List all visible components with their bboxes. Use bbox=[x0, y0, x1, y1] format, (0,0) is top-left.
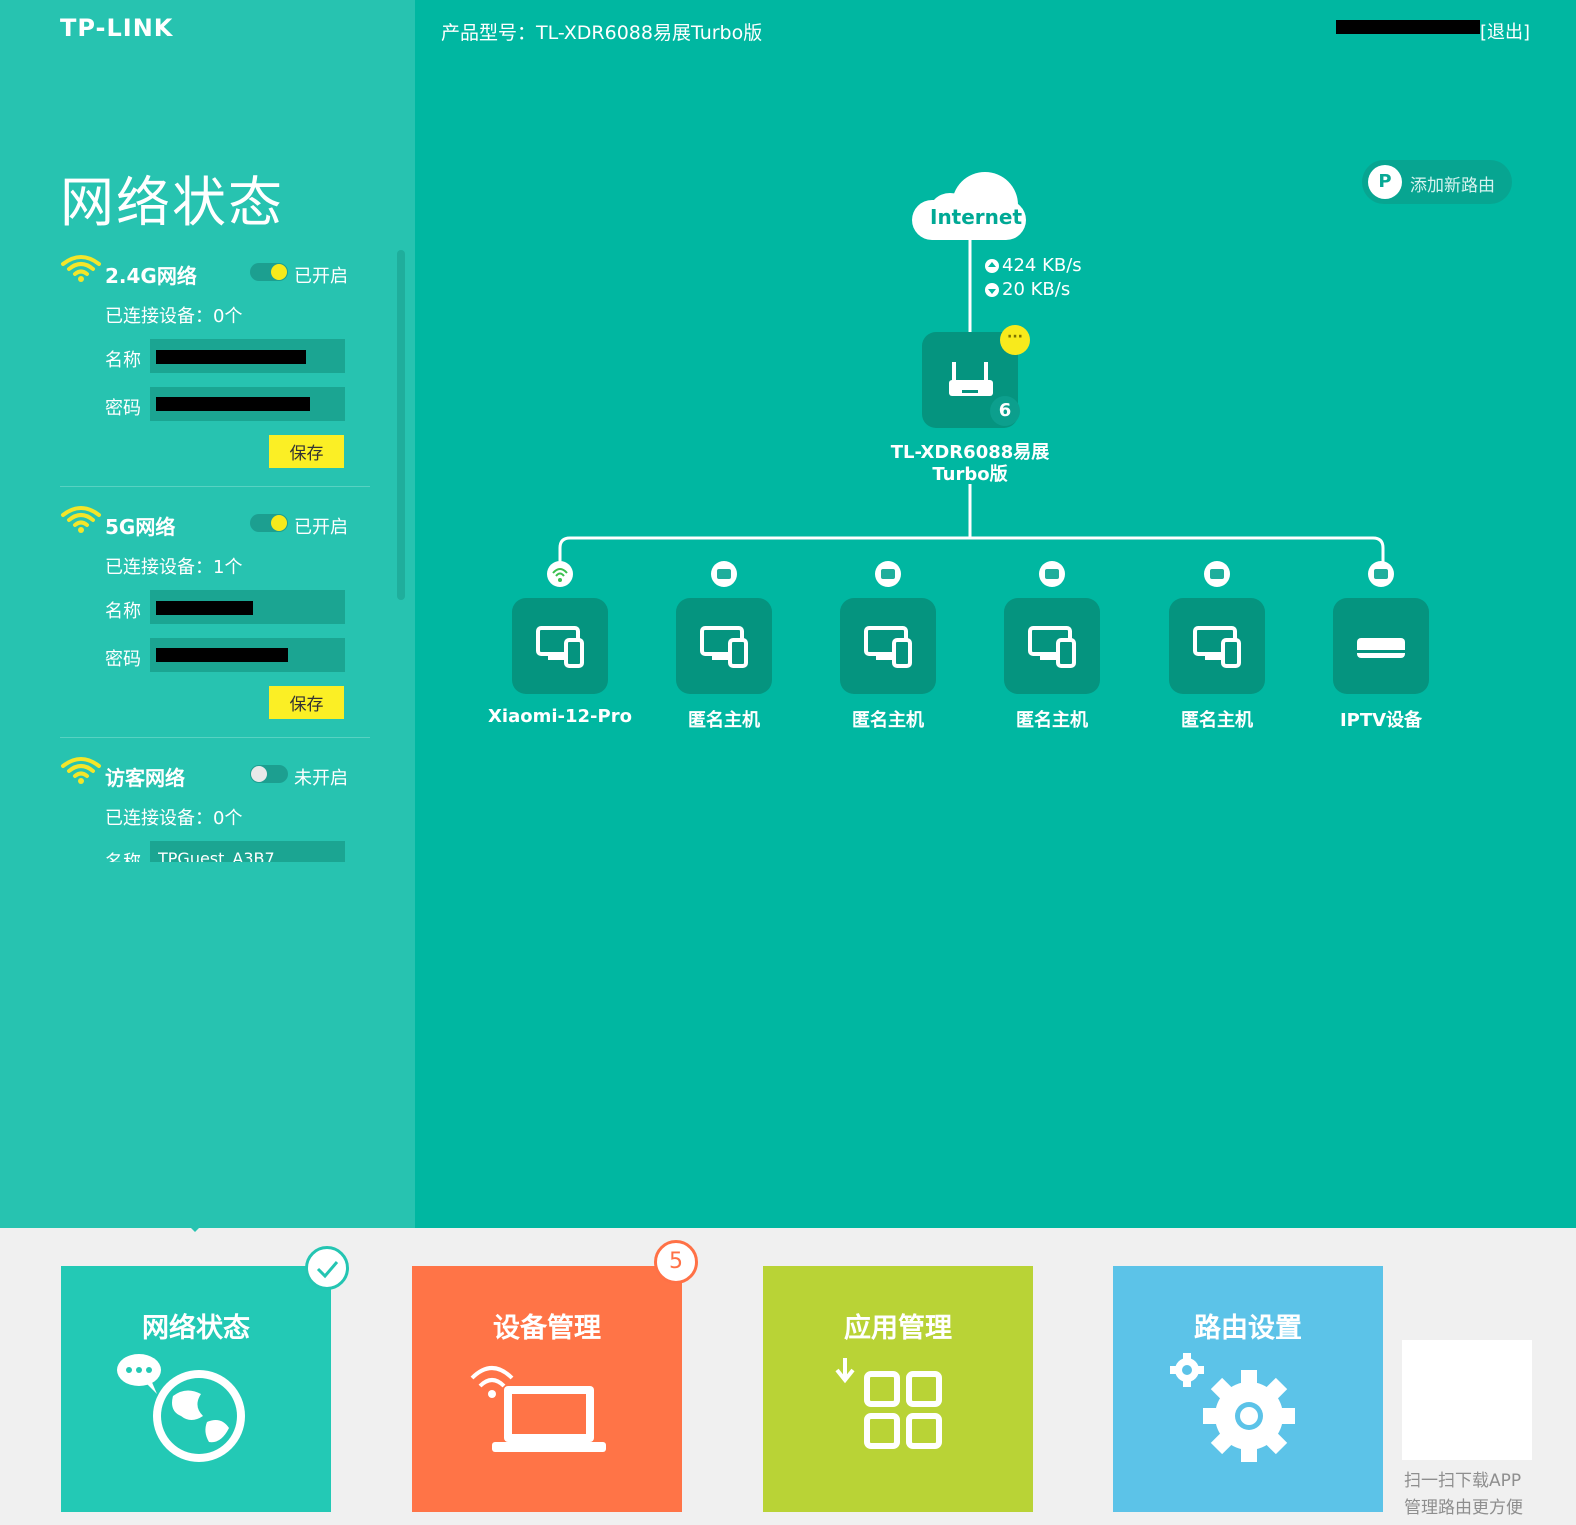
device-label: Xiaomi-12-Pro bbox=[488, 706, 632, 727]
router-device-count: 6 bbox=[990, 396, 1020, 426]
gear-icon bbox=[1170, 1353, 1295, 1462]
ethernet-icon bbox=[711, 561, 737, 587]
device-node[interactable] bbox=[1004, 598, 1100, 694]
app-promo-line2: 管理路由更方便 bbox=[1404, 1498, 1523, 1518]
computer-phone-icon bbox=[700, 626, 748, 668]
device-drops bbox=[547, 561, 1394, 587]
device-label: IPTV设备 bbox=[1339, 710, 1423, 731]
computer-phone-icon bbox=[864, 626, 912, 668]
router-name: TL-XDR6088易展Turbo版 bbox=[890, 442, 1050, 485]
globe-icon bbox=[117, 1354, 245, 1462]
app-qr-code bbox=[1402, 1340, 1532, 1460]
device-node[interactable] bbox=[1333, 598, 1429, 694]
download-icon bbox=[985, 283, 999, 297]
router-more-icon[interactable]: ··· bbox=[1000, 325, 1030, 355]
computer-phone-icon bbox=[1193, 626, 1241, 668]
computer-phone-icon bbox=[536, 626, 584, 668]
upload-speed: 424 KB/s bbox=[1002, 255, 1082, 276]
device-bus-line bbox=[558, 536, 1385, 562]
device-node[interactable] bbox=[676, 598, 772, 694]
network-guest-name-label: 名称 bbox=[105, 848, 141, 862]
settop-box-icon bbox=[1357, 638, 1405, 658]
device-label: 匿名主机 bbox=[852, 710, 924, 731]
device-node[interactable] bbox=[840, 598, 936, 694]
laptop-icon bbox=[470, 1366, 606, 1452]
ethernet-icon bbox=[1204, 561, 1230, 587]
check-icon bbox=[305, 1246, 349, 1290]
upload-icon bbox=[985, 259, 999, 273]
network-guest-section: 访客网络 未开启 已连接设备：0个 名称 bbox=[60, 752, 370, 862]
network-guest-connected: 已连接设备：0个 bbox=[105, 808, 243, 829]
tile-network-status[interactable]: 网络状态 bbox=[61, 1246, 349, 1512]
device-label: 匿名主机 bbox=[1016, 710, 1088, 731]
ethernet-icon bbox=[875, 561, 901, 587]
tile-device-management[interactable]: 设备管理 5 bbox=[412, 1240, 698, 1512]
toggle-knob bbox=[251, 766, 267, 782]
tile-router-settings[interactable]: 路由设置 bbox=[1113, 1266, 1383, 1512]
network-guest-name: 访客网络 bbox=[105, 766, 185, 790]
computer-phone-icon bbox=[1028, 626, 1076, 668]
device-node[interactable] bbox=[512, 598, 608, 694]
apps-grid-icon bbox=[835, 1358, 942, 1449]
ethernet-icon bbox=[1039, 561, 1065, 587]
network-guest-status: 未开启 bbox=[294, 768, 348, 789]
device-node[interactable] bbox=[1169, 598, 1265, 694]
device-alert-badge: 5 bbox=[654, 1240, 698, 1284]
internet-label: Internet bbox=[930, 205, 1023, 229]
wifi-icon bbox=[547, 561, 573, 587]
device-label: 匿名主机 bbox=[688, 710, 760, 731]
tile-app-management[interactable]: 应用管理 bbox=[763, 1266, 1033, 1512]
device-label: 匿名主机 bbox=[1181, 710, 1253, 731]
ethernet-icon bbox=[1368, 561, 1394, 587]
network-guest-ssid-input[interactable] bbox=[150, 841, 345, 862]
active-pointer bbox=[181, 1218, 209, 1232]
network-guest-toggle[interactable] bbox=[250, 765, 288, 783]
app-promo-line1: 扫一扫下载APP bbox=[1404, 1471, 1522, 1491]
download-speed: 20 KB/s bbox=[1002, 279, 1071, 300]
